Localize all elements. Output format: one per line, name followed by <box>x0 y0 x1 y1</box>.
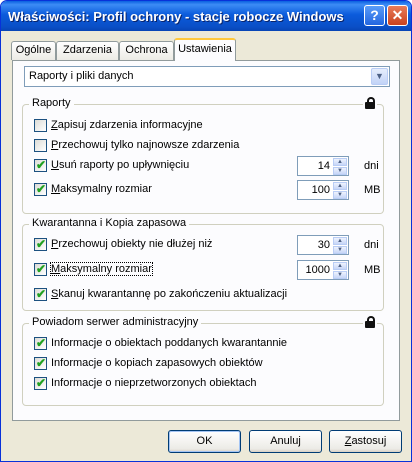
spinner-value: 100 <box>311 184 330 196</box>
checkbox-label: Usuń raporty po upływnięciu <box>51 159 190 171</box>
notify-server-group-title: Powiadom serwer administracyjny <box>29 316 202 328</box>
spin-up-icon[interactable]: ▲ <box>333 262 347 270</box>
checkmark-icon: ✔ <box>36 158 47 172</box>
chevron-down-icon[interactable]: ▼ <box>371 68 388 85</box>
checkbox-label: Maksymalny rozmiar <box>50 262 153 276</box>
checkbox-box[interactable]: ✔ <box>34 376 47 390</box>
unit-label: MB <box>364 264 381 276</box>
checkmark-icon: ✔ <box>36 287 47 301</box>
spin-up-icon[interactable]: ▲ <box>333 182 347 190</box>
spinner-value: 30 <box>317 239 330 251</box>
checkbox-label: Informacje o nieprzetworzonych obiektach <box>51 377 257 389</box>
checkbox-box[interactable] <box>34 139 47 152</box>
checkbox-box[interactable]: ✔ <box>34 237 47 251</box>
spin-down-icon[interactable]: ▼ <box>333 271 347 279</box>
apply-button[interactable]: Zastosuj <box>329 430 402 453</box>
checkbox-label: Informacje o obiektach poddanych kwarant… <box>51 337 288 349</box>
checkbox-label: Przechowuj tylko najnowsze zdarzenia <box>51 139 240 151</box>
checkmark-icon: ✔ <box>36 356 47 370</box>
reports-retention-days-spinner[interactable]: 14 ▲ ▼ <box>297 156 349 176</box>
lock-icon[interactable] <box>363 315 377 329</box>
cancel-button[interactable]: Anuluj <box>249 430 322 453</box>
checkbox-box[interactable]: ✔ <box>34 158 47 172</box>
ok-button[interactable]: OK <box>168 430 241 453</box>
unit-label: dni <box>364 160 379 172</box>
spin-down-icon[interactable]: ▼ <box>333 191 347 199</box>
category-select[interactable]: Raporty i pliki danych ▼ <box>24 66 390 87</box>
checkmark-icon: ✔ <box>36 376 47 390</box>
close-button[interactable]: ✕ <box>387 5 408 26</box>
spinner-value: 14 <box>317 160 330 172</box>
properties-dialog: Właściwości: Profil ochrony - stacje rob… <box>0 0 412 462</box>
checkbox-box[interactable]: ✔ <box>34 262 47 276</box>
checkbox-label: Skanuj kwarantannę po zakończeniu aktual… <box>51 288 288 300</box>
tab-events[interactable]: Zdarzenia <box>56 41 119 60</box>
checkbox-box[interactable]: ✔ <box>34 356 47 370</box>
unit-label: MB <box>364 184 381 196</box>
checkmark-icon: ✔ <box>36 262 47 276</box>
checkbox-box[interactable]: ✔ <box>34 287 47 301</box>
spinner-value: 1000 <box>305 264 330 276</box>
lock-icon[interactable] <box>363 96 377 110</box>
checkmark-icon: ✔ <box>36 336 47 350</box>
spin-up-icon[interactable]: ▲ <box>333 237 347 245</box>
title-bar[interactable]: Właściwości: Profil ochrony - stacje rob… <box>1 1 411 31</box>
checkbox-box[interactable]: ✔ <box>34 336 47 350</box>
checkbox-label: Maksymalny rozmiar <box>51 183 152 195</box>
tab-protection[interactable]: Ochrona <box>119 41 174 60</box>
checkbox-label: Zapisuj zdarzenia informacyjne <box>51 119 203 131</box>
spin-down-icon[interactable]: ▼ <box>333 167 347 175</box>
tab-general[interactable]: Ogólne <box>11 41 56 60</box>
checkbox-box[interactable] <box>34 119 47 132</box>
tab-settings[interactable]: Ustawienia <box>174 38 236 61</box>
quarantine-group-title: Kwarantanna i Kopia zapasowa <box>29 217 190 229</box>
quarantine-max-size-spinner[interactable]: 1000 ▲ ▼ <box>297 260 349 280</box>
checkbox-label: Informacje o kopiach zapasowych obiektów <box>51 357 263 369</box>
unit-label: dni <box>364 239 379 251</box>
checkmark-icon: ✔ <box>36 237 47 251</box>
spin-down-icon[interactable]: ▼ <box>333 246 347 254</box>
checkbox-box[interactable]: ✔ <box>34 182 47 196</box>
window-title: Właściwości: Profil ochrony - stacje rob… <box>8 9 344 24</box>
quarantine-retention-days-spinner[interactable]: 30 ▲ ▼ <box>297 235 349 255</box>
reports-group-title: Raporty <box>29 97 74 109</box>
spin-up-icon[interactable]: ▲ <box>333 158 347 166</box>
checkbox-label: Przechowuj obiekty nie dłużej niż <box>51 238 213 250</box>
category-select-value: Raporty i pliki danych <box>29 70 134 82</box>
checkmark-icon: ✔ <box>36 182 47 196</box>
help-button[interactable]: ? <box>364 5 385 26</box>
reports-max-size-spinner[interactable]: 100 ▲ ▼ <box>297 180 349 200</box>
